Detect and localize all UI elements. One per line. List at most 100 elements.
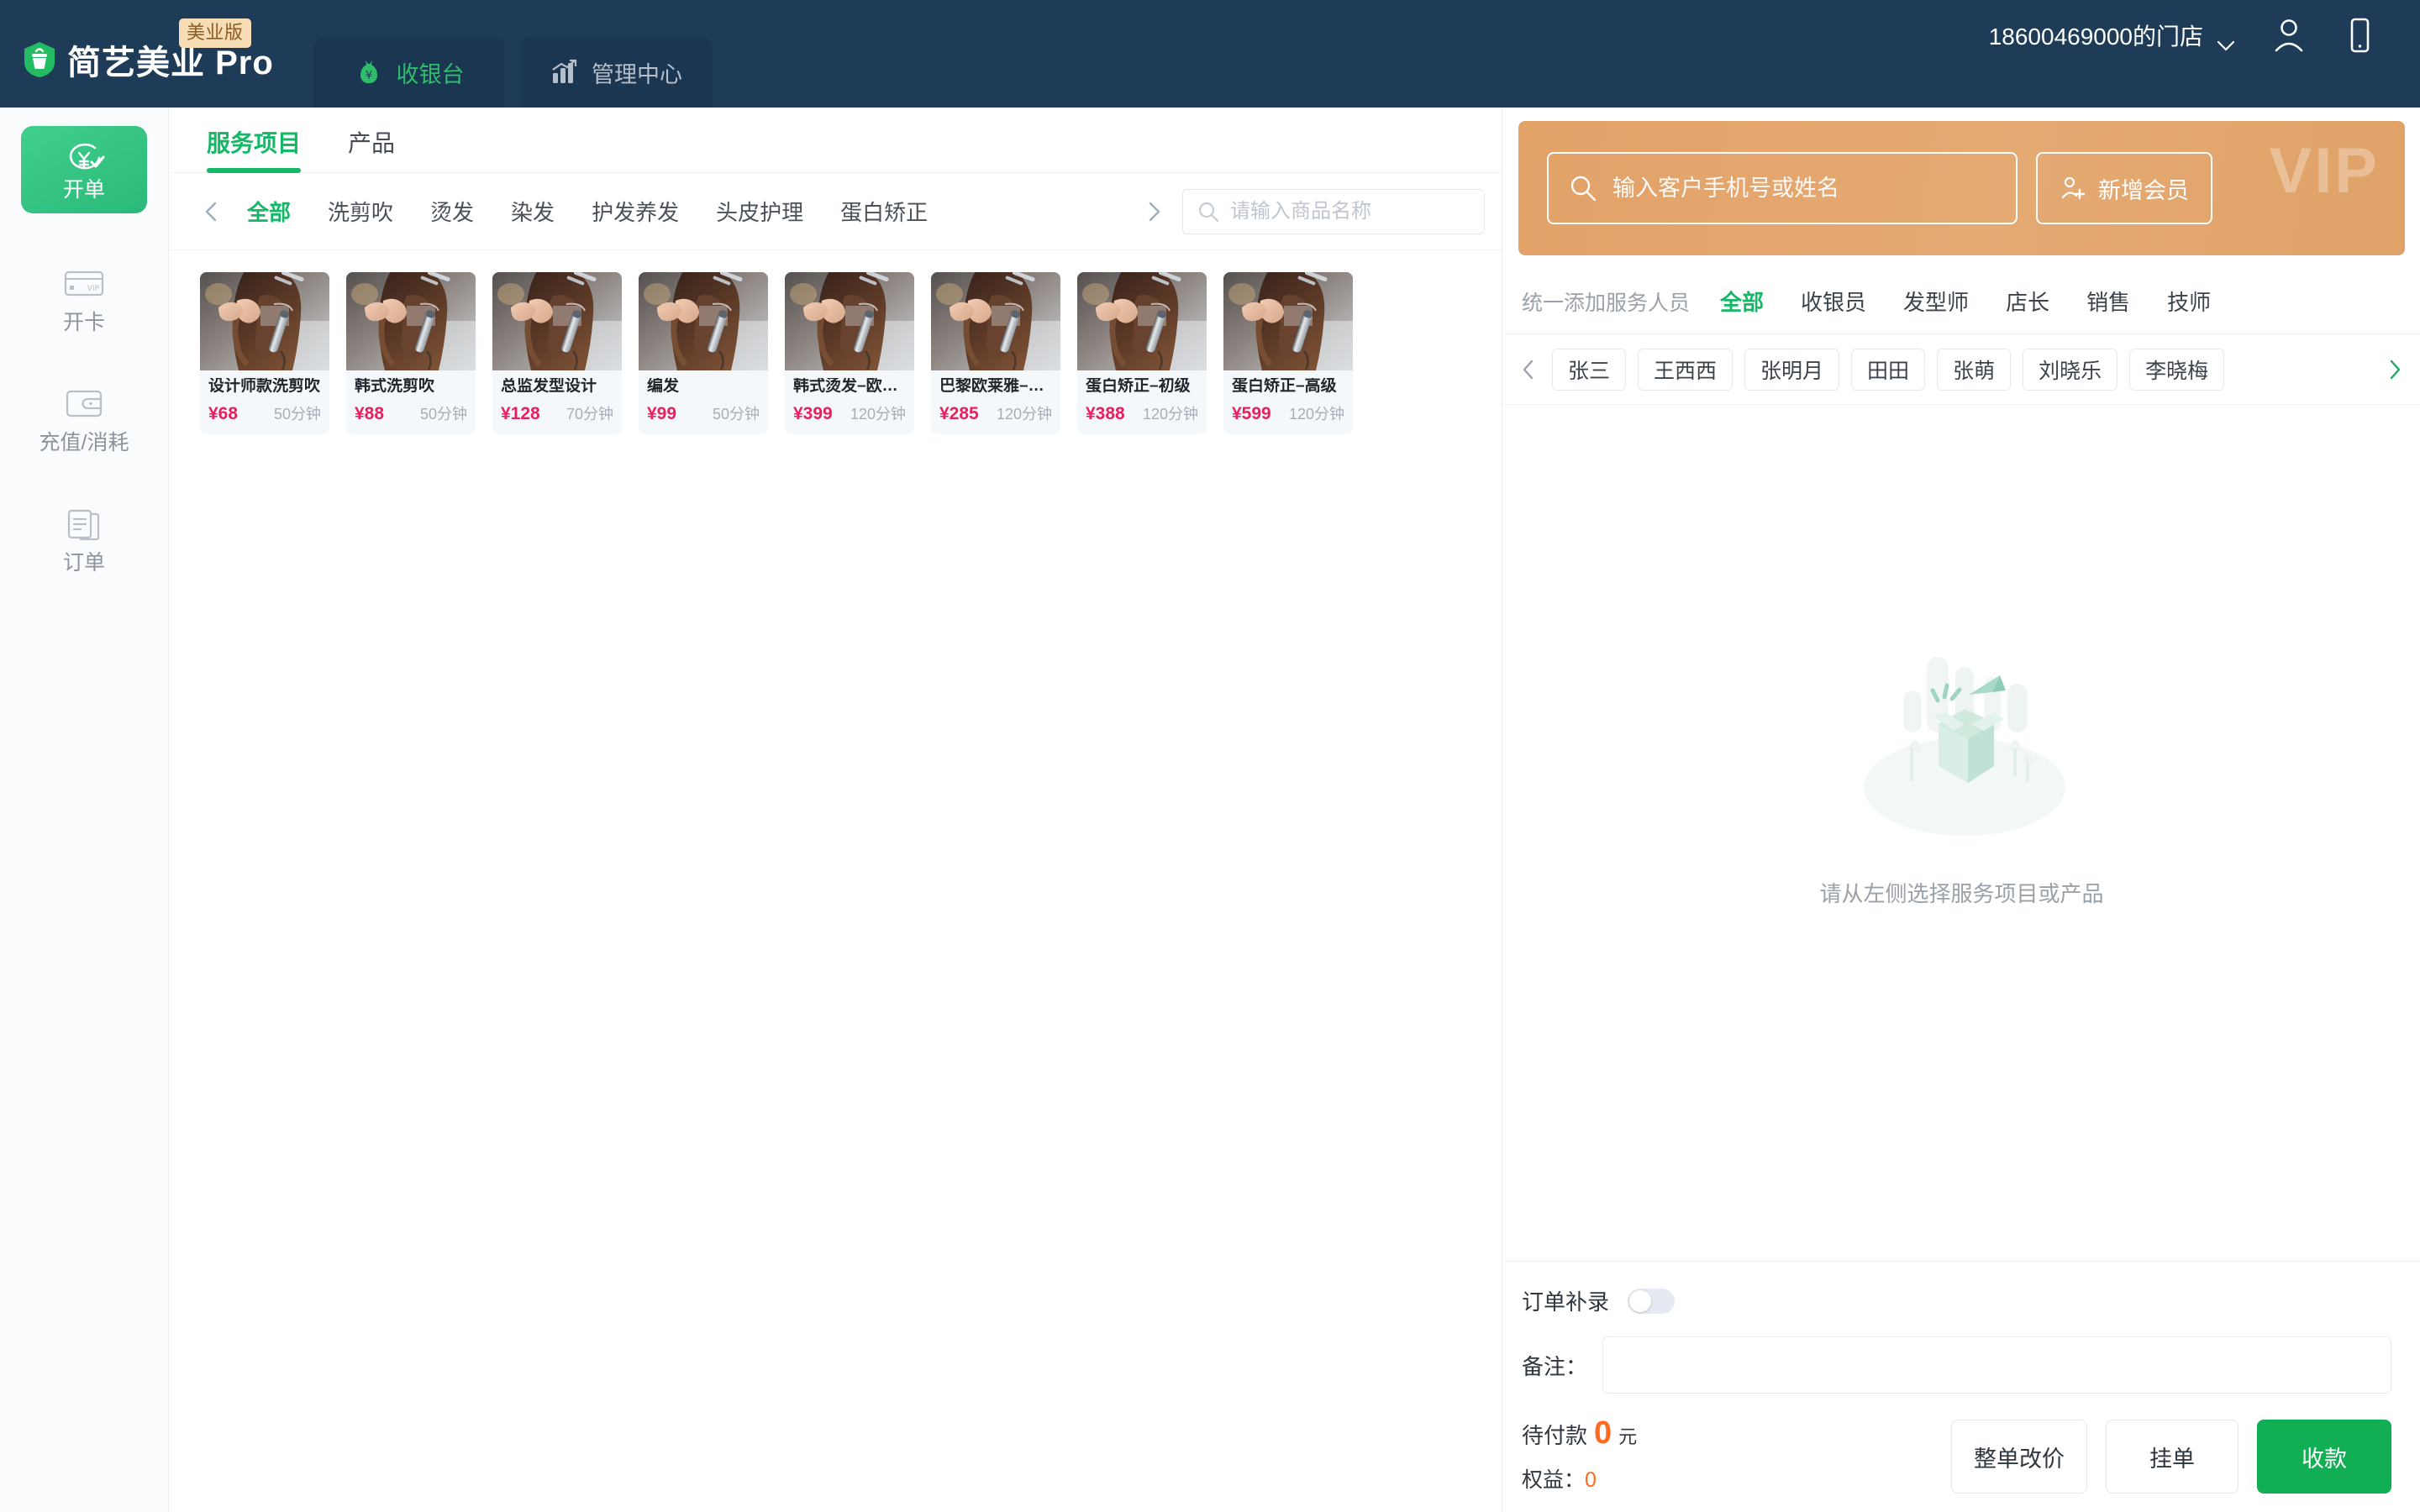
category-prev-icon[interactable] [195,195,229,228]
order-due-amount: 0 [1594,1415,1612,1451]
staff-role-technician[interactable]: 技师 [2149,286,2229,317]
change-price-button[interactable]: 整单改价 [1951,1420,2087,1494]
tab-services-label: 服务项目 [207,130,302,156]
sidebar-item-open-order-card: 开单 [21,126,147,213]
order-benefit-row: 权益：0 [1522,1463,1637,1494]
order-action-buttons: 整单改价 挂单 收款 [1951,1420,2391,1494]
product-name: 巴黎欧莱雅–染发 [939,378,1052,395]
staff-prev-icon[interactable] [1515,355,1544,384]
tab-services[interactable]: 服务项目 [207,125,302,173]
vip-watermark: VIP [2269,135,2380,207]
hold-order-button[interactable]: 挂单 [2106,1420,2238,1494]
category-wash-cut-blow[interactable]: 洗剪吹 [309,196,412,227]
top-nav: ¥ 收银台 管理中心 [313,0,712,108]
staff-role-all[interactable]: 全部 [1702,286,1782,317]
product-card[interactable]: 总监发型设计 ¥128 70分钟 [492,272,622,434]
add-member-button[interactable]: 新增会员 [2036,152,2212,224]
mobile-phone-icon[interactable] [2343,17,2376,54]
category-protein-straighten[interactable]: 蛋白矫正 [822,196,946,227]
product-duration: 70分钟 [566,405,613,423]
staff-chip[interactable]: 张明月 [1744,348,1840,391]
product-card[interactable]: 蛋白矫正–高级 ¥599 120分钟 [1223,272,1353,434]
sidebar-item-open-order[interactable]: 开单 [0,126,168,213]
staff-chip[interactable]: 张萌 [1937,348,2012,391]
order-benefit-label: 权益： [1522,1468,1586,1492]
product-card[interactable]: 蛋白矫正–初级 ¥388 120分钟 [1077,272,1207,434]
category-color[interactable]: 染发 [492,196,573,227]
product-duration: 50分钟 [712,405,760,423]
tab-products[interactable]: 产品 [348,125,395,172]
category-scalp-care[interactable]: 头皮护理 [697,196,822,227]
product-search-box[interactable] [1182,188,1485,234]
user-icon[interactable] [2272,17,2306,54]
staff-next-icon[interactable] [2380,355,2408,384]
product-info: 蛋白矫正–高级 ¥599 120分钟 [1223,370,1353,434]
product-meta: ¥399 120分钟 [793,402,906,424]
money-bag-icon: ¥ [355,58,383,87]
sidebar-item-orders-label: 订单 [62,551,105,575]
brand-badge: 美业版 [179,18,251,48]
product-card[interactable]: 韩式烫发–欧莱雅 ¥399 120分钟 [785,272,914,434]
staff-chip[interactable]: 王西西 [1638,348,1733,391]
toggle-knob [1629,1289,1652,1312]
product-name: 总监发型设计 [501,378,597,395]
member-search-bar: VIP 新增会员 [1518,121,2405,255]
product-card[interactable]: 巴黎欧莱雅–染发 ¥285 120分钟 [931,272,1060,434]
category-next-icon[interactable] [1137,195,1171,228]
product-thumbnail [1223,272,1353,370]
product-info: 韩式洗剪吹 ¥88 50分钟 [346,370,476,434]
tab-products-label: 产品 [348,130,396,156]
product-meta: ¥285 120分钟 [939,402,1052,424]
product-meta: ¥99 50分钟 [647,402,760,424]
cart-empty-state: 请从左侧选择服务项目或产品 [1503,405,2420,1261]
staff-chip[interactable]: 田田 [1851,348,1926,391]
staff-role-manager[interactable]: 店长 [1987,286,2068,317]
order-footer: 订单补录 备注： 待付款 0 元 权益：0 整单改价 挂单 收款 [1503,1261,2420,1512]
content-tabs: 服务项目 产品 [170,108,1502,173]
staff-role-cashier[interactable]: 收银员 [1782,286,1885,317]
product-info: 设计师款洗剪吹 ¥68 50分钟 [200,370,329,434]
order-clipboard-icon [61,504,107,543]
top-nav-management-label: 管理中心 [592,61,682,87]
product-search-input[interactable] [1230,199,1470,223]
category-perm[interactable]: 烫发 [412,196,492,227]
order-note-input[interactable] [1602,1336,2391,1394]
sidebar-item-orders[interactable]: 订单 [0,454,168,574]
staff-role-sales[interactable]: 销售 [2068,286,2149,317]
product-card[interactable]: 设计师款洗剪吹 ¥68 50分钟 [200,272,329,434]
staff-lead-label: 统一添加服务人员 [1522,291,1691,315]
top-nav-management[interactable]: 管理中心 [520,37,712,108]
member-search-box[interactable] [1547,152,2018,224]
product-thumbnail [346,272,476,370]
staff-chip[interactable]: 张三 [1552,348,1627,391]
member-search-input[interactable] [1612,175,1996,202]
staff-role-stylist[interactable]: 发型师 [1885,286,1987,317]
add-member-label: 新增会员 [2098,177,2189,203]
product-thumbnail [931,272,1060,370]
sidebar-item-open-card[interactable]: VIP 开卡 [0,213,168,333]
top-nav-cashier[interactable]: ¥ 收银台 [313,37,505,108]
collect-payment-button[interactable]: 收款 [2257,1420,2391,1494]
staff-chip[interactable]: 李晓梅 [2129,348,2225,391]
product-price: ¥285 [939,403,979,423]
app-logo-icon [22,41,57,78]
product-card[interactable]: 编发 ¥99 50分钟 [639,272,768,434]
empty-box-illustration-icon [1828,632,2096,867]
store-selector[interactable]: 18600469000的门店 [1989,18,2235,52]
product-duration: 120分钟 [1288,405,1344,423]
sidebar-item-recharge-label: 充值/消耗 [39,431,129,454]
category-all[interactable]: 全部 [229,196,309,227]
product-thumbnail [200,272,329,370]
sidebar-item-recharge[interactable]: 充值/消耗 [0,333,168,454]
product-info: 蛋白矫正–初级 ¥388 120分钟 [1077,370,1207,434]
sidebar-item-open-order-label: 开单 [62,177,105,202]
category-hair-care[interactable]: 护发养发 [573,196,697,227]
product-card[interactable]: 韩式洗剪吹 ¥88 50分钟 [346,272,476,434]
product-info: 编发 ¥99 50分钟 [639,370,768,434]
staff-chip[interactable]: 刘晓乐 [2023,348,2118,391]
order-supplement-toggle[interactable] [1628,1288,1676,1314]
order-supplement-row: 订单补录 [1522,1285,2391,1316]
order-note-label: 备注： [1522,1353,1588,1379]
chevron-down-icon [2217,30,2235,51]
product-price: ¥599 [1232,403,1271,423]
